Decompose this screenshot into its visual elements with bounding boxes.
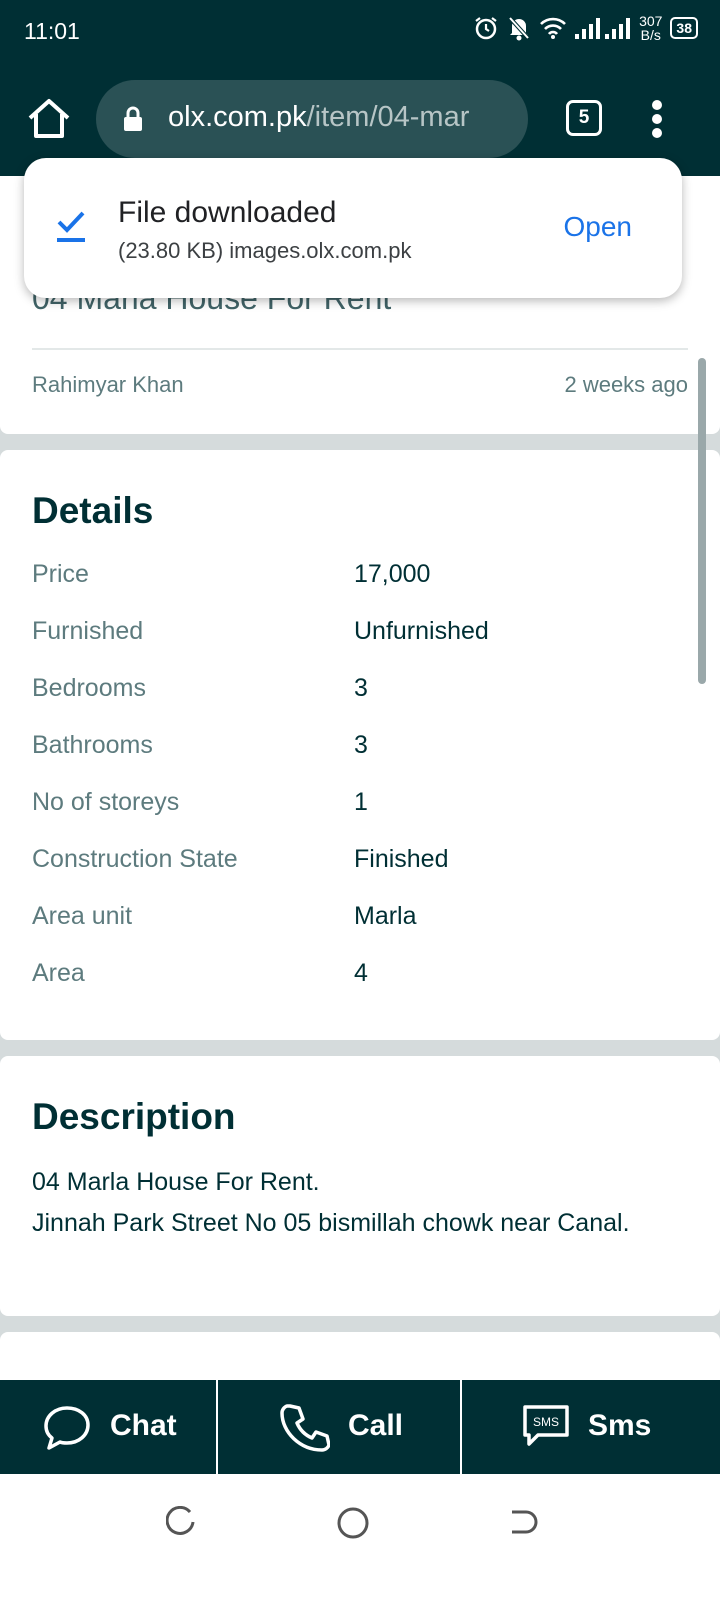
download-title: File downloaded xyxy=(118,196,337,229)
detail-row: Construction State Finished xyxy=(32,845,672,885)
menu-icon[interactable] xyxy=(650,100,664,140)
detail-label: Area unit xyxy=(32,902,133,930)
page-content: 04 Marla House For Rent Rahimyar Khan 2 … xyxy=(0,176,720,1408)
url-path: /item/04-mar xyxy=(306,101,470,133)
download-snackbar: File downloaded (23.80 KB) images.olx.co… xyxy=(24,158,682,298)
detail-row: Bedrooms 3 xyxy=(32,674,672,714)
details-card: Details Price 17,000 Furnished Unfurnished… xyxy=(0,450,720,1040)
download-detail: (23.80 KB) images.olx.com.pk xyxy=(118,238,412,263)
detail-value: 17,000 xyxy=(354,560,431,588)
ad-location: Rahimyar Khan xyxy=(32,372,184,397)
detail-label: Construction State xyxy=(32,845,238,873)
battery-indicator: 38 xyxy=(670,17,698,39)
detail-row: Furnished Unfurnished xyxy=(32,617,672,657)
detail-value: Unfurnished xyxy=(354,617,489,645)
sms-icon: SMS xyxy=(523,1405,569,1446)
description-line: 04 Marla House For Rent. xyxy=(32,1168,320,1196)
mute-icon xyxy=(508,16,530,41)
detail-row: Bathrooms 3 xyxy=(32,731,672,771)
detail-label: Price xyxy=(32,560,89,588)
lock-icon xyxy=(124,106,142,131)
description-card: Description 04 Marla House For Rent. Jin… xyxy=(0,1056,720,1316)
call-label: Call xyxy=(348,1409,404,1442)
home-nav-icon[interactable] xyxy=(336,1506,370,1540)
description-heading: Description xyxy=(32,1096,236,1137)
detail-value: 1 xyxy=(354,788,368,816)
url-text: olx.com.pk/item/04-mar xyxy=(168,101,469,134)
net-speed-value: 307 xyxy=(639,13,663,29)
scrollbar[interactable] xyxy=(698,358,706,684)
tab-switcher-button[interactable]: 5 xyxy=(566,100,602,136)
call-button[interactable]: Call xyxy=(218,1380,460,1474)
url-domain: olx.com.pk xyxy=(168,101,307,133)
divider xyxy=(32,348,688,350)
signal-icon xyxy=(575,18,631,39)
url-bar[interactable]: olx.com.pk/item/04-mar xyxy=(96,80,528,158)
status-icons: 307 B/s 38 xyxy=(473,14,698,42)
chat-icon xyxy=(44,1406,90,1450)
back-icon[interactable] xyxy=(508,1506,540,1538)
detail-row: Area unit Marla xyxy=(32,902,672,942)
detail-value: 4 xyxy=(354,959,368,987)
details-heading: Details xyxy=(32,490,154,531)
download-check-icon xyxy=(57,211,85,242)
detail-value: 3 xyxy=(354,731,368,759)
detail-row: Price 17,000 xyxy=(32,560,672,600)
description-line: Jinnah Park Street No 05 bismillah chowk… xyxy=(32,1209,630,1237)
phone-icon xyxy=(280,1404,330,1452)
status-bar: 11:01 307 B/s 38 xyxy=(0,0,720,64)
status-time: 11:01 xyxy=(24,18,80,44)
detail-label: No of storeys xyxy=(32,788,180,816)
home-icon[interactable] xyxy=(24,94,74,144)
chat-label: Chat xyxy=(110,1409,177,1442)
wifi-icon xyxy=(540,17,566,39)
contact-action-bar: Chat Call SMS Sms xyxy=(0,1380,720,1474)
net-speed-unit: B/s xyxy=(640,27,661,43)
description-text: 04 Marla House For Rent. Jinnah Park Str… xyxy=(32,1162,672,1244)
detail-value: Marla xyxy=(354,902,417,930)
system-nav-bar xyxy=(0,1474,720,1600)
detail-row: Area 4 xyxy=(32,959,672,999)
detail-label: Furnished xyxy=(32,617,144,645)
sms-label: Sms xyxy=(588,1409,652,1442)
open-button[interactable]: Open xyxy=(564,211,633,243)
chat-button[interactable]: Chat xyxy=(0,1380,216,1474)
recents-icon[interactable] xyxy=(166,1506,198,1538)
detail-label: Bedrooms xyxy=(32,674,146,702)
detail-label: Bathrooms xyxy=(32,731,153,759)
alarm-icon xyxy=(475,17,497,40)
sms-button[interactable]: SMS Sms xyxy=(462,1380,720,1474)
detail-value: Finished xyxy=(354,845,449,873)
sms-icon-text: SMS xyxy=(533,1415,559,1429)
ad-posted-time: 2 weeks ago xyxy=(564,372,688,397)
detail-label: Area xyxy=(32,959,85,987)
detail-value: 3 xyxy=(354,674,368,702)
net-speed: 307 B/s xyxy=(639,14,662,42)
detail-row: No of storeys 1 xyxy=(32,788,672,828)
